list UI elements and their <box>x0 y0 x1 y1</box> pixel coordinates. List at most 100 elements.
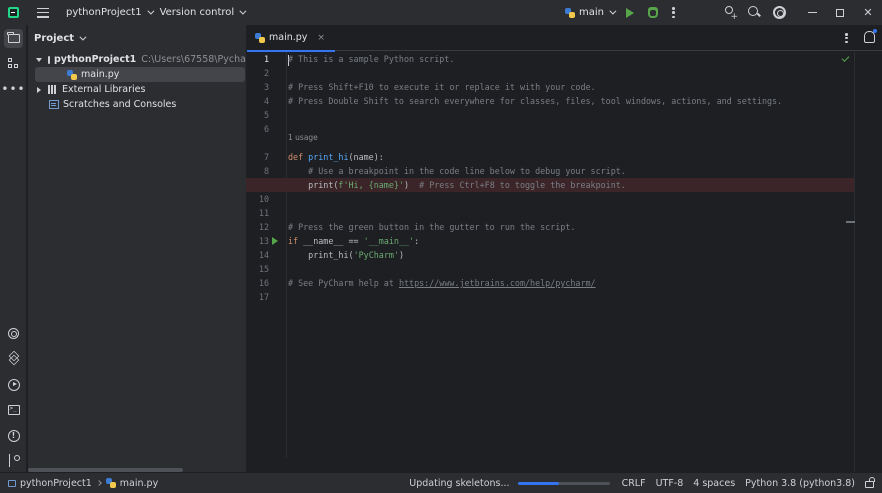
code-function-name: print_hi <box>308 152 349 162</box>
code-line: # Press Double Shift to search everywher… <box>288 96 783 106</box>
tree-item-label: main.py <box>81 69 120 80</box>
code-line: print(f'Hi, {name}') # Press Ctrl+F8 to … <box>288 178 626 192</box>
more-actions-icon[interactable] <box>672 7 675 18</box>
layers-tool-button[interactable] <box>4 349 23 368</box>
line-number: 3 <box>263 82 269 92</box>
error-stripe-mark[interactable] <box>846 221 855 223</box>
interpreter-widget[interactable]: Python 3.8 (python3.8) <box>745 478 855 489</box>
git-tool-button[interactable] <box>4 451 23 470</box>
chevron-down-icon <box>609 7 617 15</box>
encoding-widget[interactable]: UTF-8 <box>656 478 684 489</box>
services-icon <box>7 378 20 391</box>
tree-item-label: Scratches and Consoles <box>63 99 177 110</box>
code-line: # See PyCharm help at https://www.jetbra… <box>288 276 596 290</box>
layers-icon <box>8 353 19 364</box>
search-icon[interactable] <box>748 6 761 19</box>
tree-item-scratches[interactable]: Scratches and Consoles <box>28 97 246 112</box>
code-line: print_hi('PyCharm') <box>288 248 404 262</box>
notifications-bell-icon[interactable] <box>864 29 877 43</box>
line-number: 4 <box>263 96 269 106</box>
project-panel-header[interactable]: Project <box>28 25 246 52</box>
title-bar: pythonProject1 Version control main ✕ <box>0 0 882 25</box>
structure-tool-button[interactable] <box>4 54 23 73</box>
line-number: 14 <box>258 250 269 260</box>
run-icon[interactable] <box>626 7 634 18</box>
main-menu-icon[interactable] <box>37 7 49 18</box>
problems-tool-button[interactable]: ! <box>4 426 23 445</box>
terminal-tool-button[interactable] <box>4 400 23 419</box>
close-window-button[interactable]: ✕ <box>854 0 882 25</box>
line-number: 7 <box>263 152 269 162</box>
progress-bar[interactable] <box>517 481 610 485</box>
line-number: 16 <box>258 278 269 288</box>
usage-hint[interactable]: 1 usage <box>288 132 318 144</box>
scratches-icon <box>49 100 59 109</box>
line-number: 1 <box>263 54 269 64</box>
git-branch-icon <box>8 454 20 467</box>
minimize-button[interactable] <box>798 0 826 25</box>
close-tab-icon[interactable]: × <box>317 33 325 43</box>
services-tool-button[interactable] <box>4 375 23 394</box>
line-number-gutter[interactable]: 1 2 3 4 5 6 7 8 10 11 12 13 14 15 16 17 <box>247 52 287 472</box>
more-dots-icon: ••• <box>1 81 26 96</box>
line-number: 13 <box>258 236 269 246</box>
indent-widget[interactable]: 4 spaces <box>693 478 735 489</box>
vertical-scrollbar-track[interactable] <box>846 52 855 472</box>
tree-item-label: External Libraries <box>62 84 146 95</box>
chevron-down-icon <box>79 33 87 41</box>
pycharm-logo-icon[interactable] <box>8 7 19 18</box>
library-icon <box>48 85 58 94</box>
breadcrumb: pythonProject1 main.py <box>8 478 158 489</box>
project-panel-title: Project <box>34 33 75 44</box>
editor-area: main.py × 1 2 3 4 5 6 7 8 10 11 12 13 14… <box>246 25 882 472</box>
project-selector[interactable]: pythonProject1 <box>66 7 155 18</box>
run-config-label: main <box>579 7 604 18</box>
tree-item-main-py[interactable]: main.py <box>35 67 245 82</box>
lock-icon[interactable] <box>865 477 875 488</box>
code-line: # Use a breakpoint in the code line belo… <box>288 166 626 176</box>
breadcrumb-file[interactable]: main.py <box>120 478 158 489</box>
help-link[interactable]: https://www.jetbrains.com/help/pycharm/ <box>399 278 596 288</box>
tab-label: main.py <box>269 32 308 43</box>
tree-item-project-root[interactable]: pythonProject1 C:\Users\67558\PycharmPro… <box>28 52 246 67</box>
code-text: ) <box>398 250 404 260</box>
background-task-label[interactable]: Updating skeletons... <box>409 478 509 489</box>
version-control-menu[interactable]: Version control <box>160 7 247 18</box>
code-editor[interactable]: # This is a sample Python script. # Pres… <box>246 52 854 472</box>
close-icon: ✕ <box>863 6 873 19</box>
tree-item-label: pythonProject1 <box>54 54 137 65</box>
run-gutter-icon[interactable] <box>272 237 278 245</box>
code-text: : <box>414 236 420 246</box>
tree-item-external-libraries[interactable]: External Libraries <box>28 82 246 97</box>
code-string: 'PyCharm' <box>353 250 399 260</box>
python-packages-icon <box>8 328 19 339</box>
run-config-selector[interactable]: main <box>565 7 617 18</box>
minimize-icon <box>807 12 817 13</box>
progress-bar-fill <box>517 481 559 485</box>
status-bar: pythonProject1 main.py Updating skeleton… <box>0 472 882 493</box>
python-icon <box>565 7 575 18</box>
project-tool-button[interactable] <box>4 29 23 48</box>
tab-main-py[interactable]: main.py × <box>247 25 335 52</box>
more-tools-button[interactable]: ••• <box>1 79 26 98</box>
line-separator-widget[interactable]: CRLF <box>622 478 646 489</box>
line-number: 12 <box>258 222 269 232</box>
chevron-right-icon <box>95 480 102 486</box>
tab-options-icon[interactable] <box>845 33 848 43</box>
line-number: 6 <box>263 124 269 134</box>
code-line: # Press the green button in the gutter t… <box>288 222 576 232</box>
line-number: 5 <box>263 110 269 120</box>
code-text: (name): <box>348 152 384 162</box>
line-number: 2 <box>263 68 269 78</box>
breadcrumb-project[interactable]: pythonProject1 <box>20 478 92 489</box>
python-packages-button[interactable] <box>4 324 23 343</box>
code-with-me-icon[interactable] <box>723 6 738 22</box>
line-number: 8 <box>263 166 269 176</box>
project-panel: Project pythonProject1 C:\Users\67558\Py… <box>28 25 246 472</box>
debug-icon[interactable] <box>648 7 658 18</box>
gear-icon[interactable] <box>773 6 786 19</box>
maximize-button[interactable] <box>826 0 854 25</box>
folder-icon <box>7 32 20 43</box>
structure-icon <box>8 58 19 69</box>
tree-item-path: C:\Users\67558\PycharmProj <box>141 54 246 65</box>
